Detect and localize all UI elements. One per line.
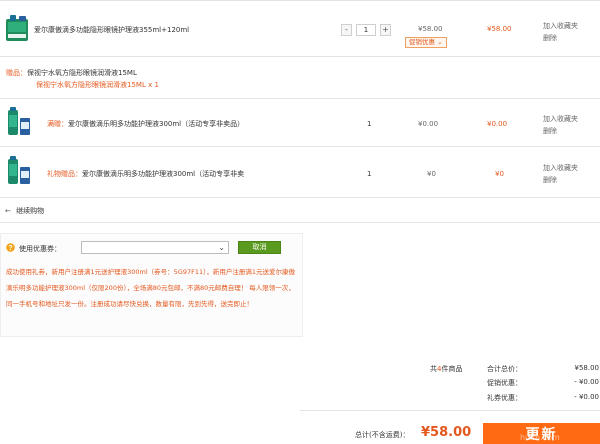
unit-price: ¥0 [427, 170, 436, 178]
unit-price: ¥58.00 [418, 25, 443, 33]
grand-total-value: ¥58.00 [421, 425, 472, 440]
coupon-select[interactable]: ⌄ [81, 241, 229, 254]
chevron-down-icon: ⌄ [218, 243, 225, 252]
row-divider [0, 98, 600, 99]
coupon-discount-value: - ¥0.00 [574, 393, 599, 401]
continue-shopping-link[interactable]: ← 继续购物 [5, 206, 44, 216]
coupon-label: 使用优惠券： [19, 245, 61, 253]
delete-link[interactable]: 删除 [543, 175, 557, 185]
coupon-notice: 成功使用礼券，新用户注册满1元送护理液300ml（券号：5G97F11），新用户… [6, 268, 296, 308]
promotion-discount-value: - ¥0.00 [574, 378, 599, 386]
row-divider [0, 56, 600, 57]
subtotal: ¥0.00 [487, 120, 508, 128]
arrow-left-icon: ← [5, 207, 11, 215]
quantity: 1 [367, 170, 372, 178]
item-tag: 满赠： [47, 120, 68, 128]
subtotal: ¥58.00 [487, 25, 512, 33]
top-divider [0, 0, 600, 1]
promotion-dropdown[interactable]: 促销优惠 ⌄ [405, 37, 447, 48]
product-thumbnail[interactable] [5, 13, 31, 43]
row-divider [0, 222, 600, 223]
row-divider [0, 197, 600, 198]
gift-title: 保视宁水氧方隐形眼镜润滑液15ML [27, 69, 137, 77]
item-count-suffix: 件商品 [441, 365, 463, 373]
summary-divider [300, 410, 600, 411]
total-value: ¥58.00 [574, 364, 600, 372]
delete-link[interactable]: 删除 [543, 126, 557, 136]
coupon-discount-label: 礼券优惠： [487, 394, 522, 402]
watermark: huim.com [520, 433, 560, 442]
add-to-favorites-link[interactable]: 加入收藏夹 [543, 114, 578, 124]
quantity-input[interactable]: 1 [356, 24, 376, 36]
continue-shopping-label: 继续购物 [16, 207, 45, 215]
product-name[interactable]: 爱尔康傲滴乐明多功能护理液300ml（活动专享非卖品） [68, 120, 244, 128]
add-to-favorites-link[interactable]: 加入收藏夹 [543, 163, 578, 173]
product-name-line: 礼物赠品：爱尔康傲滴乐明多功能护理液300ml（活动专享非卖 [47, 169, 244, 179]
product-name[interactable]: 爱尔康傲滴乐明多功能护理液300ml（活动专享非卖 [82, 170, 244, 178]
promotion-label: 促销优惠 [409, 38, 435, 46]
quantity-increase-button[interactable]: + [380, 24, 391, 36]
gift-line: 赠品：保视宁水氧方隐形眼镜润滑液15ML [6, 68, 137, 78]
svg-text:?: ? [8, 245, 12, 252]
add-to-favorites-link[interactable]: 加入收藏夹 [543, 21, 578, 31]
help-icon[interactable]: ? [6, 243, 15, 252]
promotion-discount-label: 促销优惠： [487, 379, 522, 387]
delete-link[interactable]: 删除 [543, 33, 557, 43]
item-count: 共4件商品 [430, 364, 462, 374]
product-thumbnail[interactable] [6, 155, 32, 185]
product-name-line: 满赠：爱尔康傲滴乐明多功能护理液300ml（活动专享非卖品） [47, 119, 244, 129]
total-label: 合计总价： [487, 365, 522, 373]
quantity-decrease-button[interactable]: - [341, 24, 352, 36]
gift-label: 赠品： [6, 69, 27, 77]
cancel-coupon-button[interactable]: 取消 [238, 241, 281, 254]
item-count-prefix: 共 [430, 365, 437, 373]
grand-total-label: 总计(不含运费)： [355, 431, 410, 439]
row-divider [0, 146, 600, 147]
unit-price: ¥0.00 [418, 120, 439, 128]
product-name[interactable]: 爱尔康傲滴多功能隐形眼镜护理液355ml+120ml [34, 25, 189, 35]
item-tag: 礼物赠品： [47, 170, 82, 178]
subtotal: ¥0 [495, 170, 504, 178]
gift-link[interactable]: 保视宁水氧方隐形眼镜润滑液15ML x 1 [36, 80, 159, 90]
chevron-down-icon: ⌄ [437, 38, 443, 46]
quantity: 1 [367, 120, 372, 128]
product-thumbnail[interactable] [6, 106, 32, 136]
